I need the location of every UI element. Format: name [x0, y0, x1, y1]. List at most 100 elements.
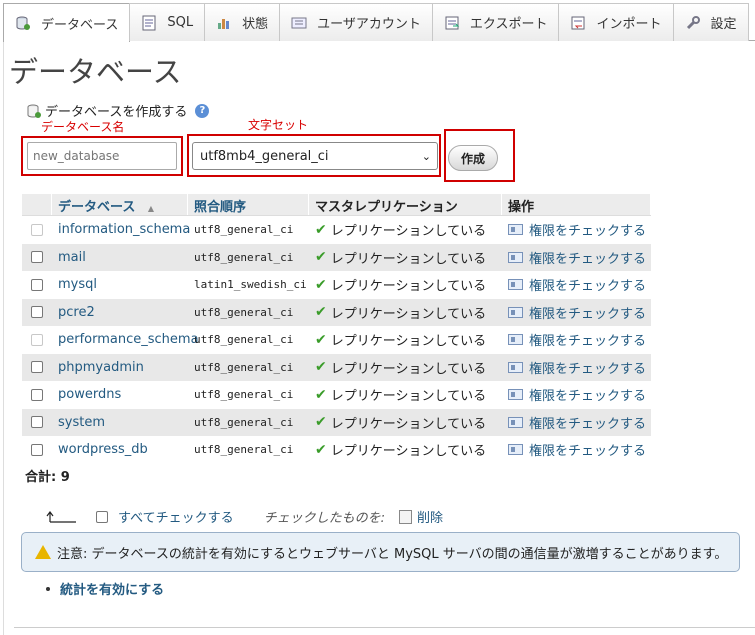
users-icon	[291, 15, 307, 31]
enable-stats-item: 統計を有効にする	[46, 579, 164, 598]
bulk-actions: すべてチェックする チェックしたものを: 削除	[46, 507, 443, 526]
replication-cell: ✔ レプリケーションしている	[315, 414, 487, 432]
privileges-icon	[508, 251, 523, 263]
database-name-link[interactable]: mail	[52, 250, 188, 265]
check-privileges-link[interactable]: 権限をチェックする	[502, 303, 651, 322]
database-table: データベース ▲ 照合順序 マスタレプリケーション 操作 information…	[22, 194, 651, 464]
database-name-input[interactable]	[27, 142, 177, 170]
check-icon: ✔	[315, 249, 327, 266]
check-privileges-link[interactable]: 権限をチェックする	[502, 248, 651, 267]
privileges-icon	[508, 416, 523, 428]
bullet-icon	[46, 586, 50, 591]
tab-status[interactable]: 状態	[204, 3, 281, 41]
replication-cell: ✔ レプリケーションしている	[315, 276, 487, 295]
database-name-link[interactable]: mysql	[52, 277, 188, 292]
import-icon	[570, 15, 586, 31]
table-row: performance_schema utf8_general_ci ✔ レプリケーシ…	[22, 326, 651, 354]
row-checkbox[interactable]	[31, 278, 43, 291]
content-border	[3, 40, 4, 635]
check-icon: ✔	[315, 441, 327, 458]
check-privileges-link[interactable]: 権限をチェックする	[502, 413, 651, 432]
tab-sql[interactable]: SQL	[129, 3, 206, 41]
replication-cell: ✔ レプリケーションしている	[315, 331, 487, 350]
collation-cell: utf8_general_ci	[194, 415, 294, 429]
tab-export[interactable]: エクスポート	[431, 3, 560, 41]
check-privileges-link[interactable]: 権限をチェックする	[502, 330, 651, 349]
privileges-icon	[508, 306, 523, 318]
row-checkbox	[31, 223, 43, 236]
tab-user-accounts[interactable]: ユーザアカウント	[279, 3, 433, 41]
check-privileges-link[interactable]: 権限をチェックする	[502, 220, 651, 239]
privileges-icon	[508, 361, 523, 373]
export-icon	[444, 15, 460, 31]
row-checkbox[interactable]	[31, 388, 43, 401]
database-name-link[interactable]: wordpress_db	[52, 442, 188, 457]
tab-import[interactable]: インポート	[558, 3, 674, 41]
collation-select[interactable]: utf8mb4_general_ci ⌄	[192, 142, 438, 170]
header-database[interactable]: データベース ▲	[52, 194, 188, 215]
header-collation[interactable]: 照合順序	[188, 194, 309, 215]
row-checkbox[interactable]	[31, 361, 43, 374]
chevron-down-icon: ⌄	[421, 149, 431, 163]
collation-cell: utf8_general_ci	[194, 305, 294, 319]
database-name-link[interactable]: system	[52, 415, 188, 430]
replication-cell: ✔ レプリケーションしている	[315, 441, 487, 460]
database-name-link[interactable]: performance_schema	[52, 332, 199, 347]
table-row: system utf8_general_ci ✔ レプリケーションしている 権限をチェッ…	[22, 408, 651, 436]
bottom-divider	[14, 627, 755, 628]
delete-icon	[398, 509, 412, 524]
table-row: wordpress_db utf8_general_ci ✔ レプリケーションしている…	[22, 436, 651, 464]
notice-text: 注意: データベースの統計を有効にするとウェブサーバと MySQL サーバの間の…	[57, 546, 728, 562]
enable-stats-link[interactable]: 統計を有効にする	[60, 579, 164, 598]
check-icon: ✔	[315, 331, 327, 348]
table-row: pcre2 utf8_general_ci ✔ レプリケーションしている 権限をチェック…	[22, 298, 651, 326]
privileges-icon	[508, 444, 523, 456]
row-checkbox[interactable]	[31, 416, 43, 429]
tab-databases[interactable]: データベース	[3, 3, 131, 42]
table-row: mail utf8_general_ci ✔ レプリケーションしている 権限をチェックす…	[22, 243, 651, 271]
database-name-link[interactable]: information_schema	[52, 222, 190, 237]
help-icon[interactable]: ?	[195, 103, 210, 118]
row-checkbox[interactable]	[31, 443, 43, 456]
database-name-link[interactable]: phpmyadmin	[52, 360, 188, 375]
database-name-link[interactable]: powerdns	[52, 387, 188, 402]
privileges-icon	[508, 334, 523, 346]
row-checkbox	[31, 333, 43, 346]
create-button[interactable]: 作成	[448, 145, 498, 171]
notice-box: 注意: データベースの統計を有効にするとウェブサーバと MySQL サーバの間の…	[21, 532, 740, 572]
check-icon: ✔	[315, 221, 327, 238]
check-icon: ✔	[315, 359, 327, 376]
check-privileges-link[interactable]: 権限をチェックする	[502, 385, 651, 404]
header-action: 操作	[502, 194, 651, 215]
new-database-icon	[26, 103, 42, 119]
status-icon	[216, 15, 232, 31]
table-row: powerdns utf8_general_ci ✔ レプリケーションしている 権限をチ…	[22, 381, 651, 409]
check-icon: ✔	[315, 276, 327, 293]
delete-button[interactable]: 削除	[417, 507, 443, 526]
check-all-link[interactable]: すべてチェックする	[118, 507, 234, 526]
row-checkbox[interactable]	[31, 251, 43, 264]
arrow-up-icon	[46, 510, 76, 524]
collation-cell: utf8_general_ci	[194, 388, 294, 402]
check-all-checkbox[interactable]	[96, 510, 108, 523]
privileges-icon	[508, 224, 523, 236]
tab-settings[interactable]: 設定	[672, 3, 749, 41]
check-privileges-link[interactable]: 権限をチェックする	[502, 275, 651, 294]
check-privileges-link[interactable]: 権限をチェックする	[502, 358, 651, 377]
page-title: データベース	[9, 55, 182, 89]
row-checkbox[interactable]	[31, 306, 43, 319]
sql-icon	[141, 15, 157, 31]
header-replication: マスタレプリケーション	[309, 194, 502, 215]
sort-ascending-icon: ▲	[147, 204, 155, 213]
table-row: mysql latin1_swedish_ci ✔ レプリケーションしている 権限をチェ…	[22, 271, 651, 299]
privileges-icon	[508, 389, 523, 401]
check-icon: ✔	[315, 414, 327, 431]
replication-cell: ✔ レプリケーションしている	[315, 359, 487, 377]
collation-cell: utf8_general_ci	[194, 223, 294, 237]
collation-cell: utf8_general_ci	[194, 443, 294, 457]
check-privileges-link[interactable]: 権限をチェックする	[502, 440, 651, 459]
table-header: データベース ▲ 照合順序 マスタレプリケーション 操作	[22, 194, 651, 216]
database-name-link[interactable]: pcre2	[52, 305, 188, 320]
collation-cell: latin1_swedish_ci	[194, 278, 307, 292]
database-icon	[15, 15, 31, 31]
